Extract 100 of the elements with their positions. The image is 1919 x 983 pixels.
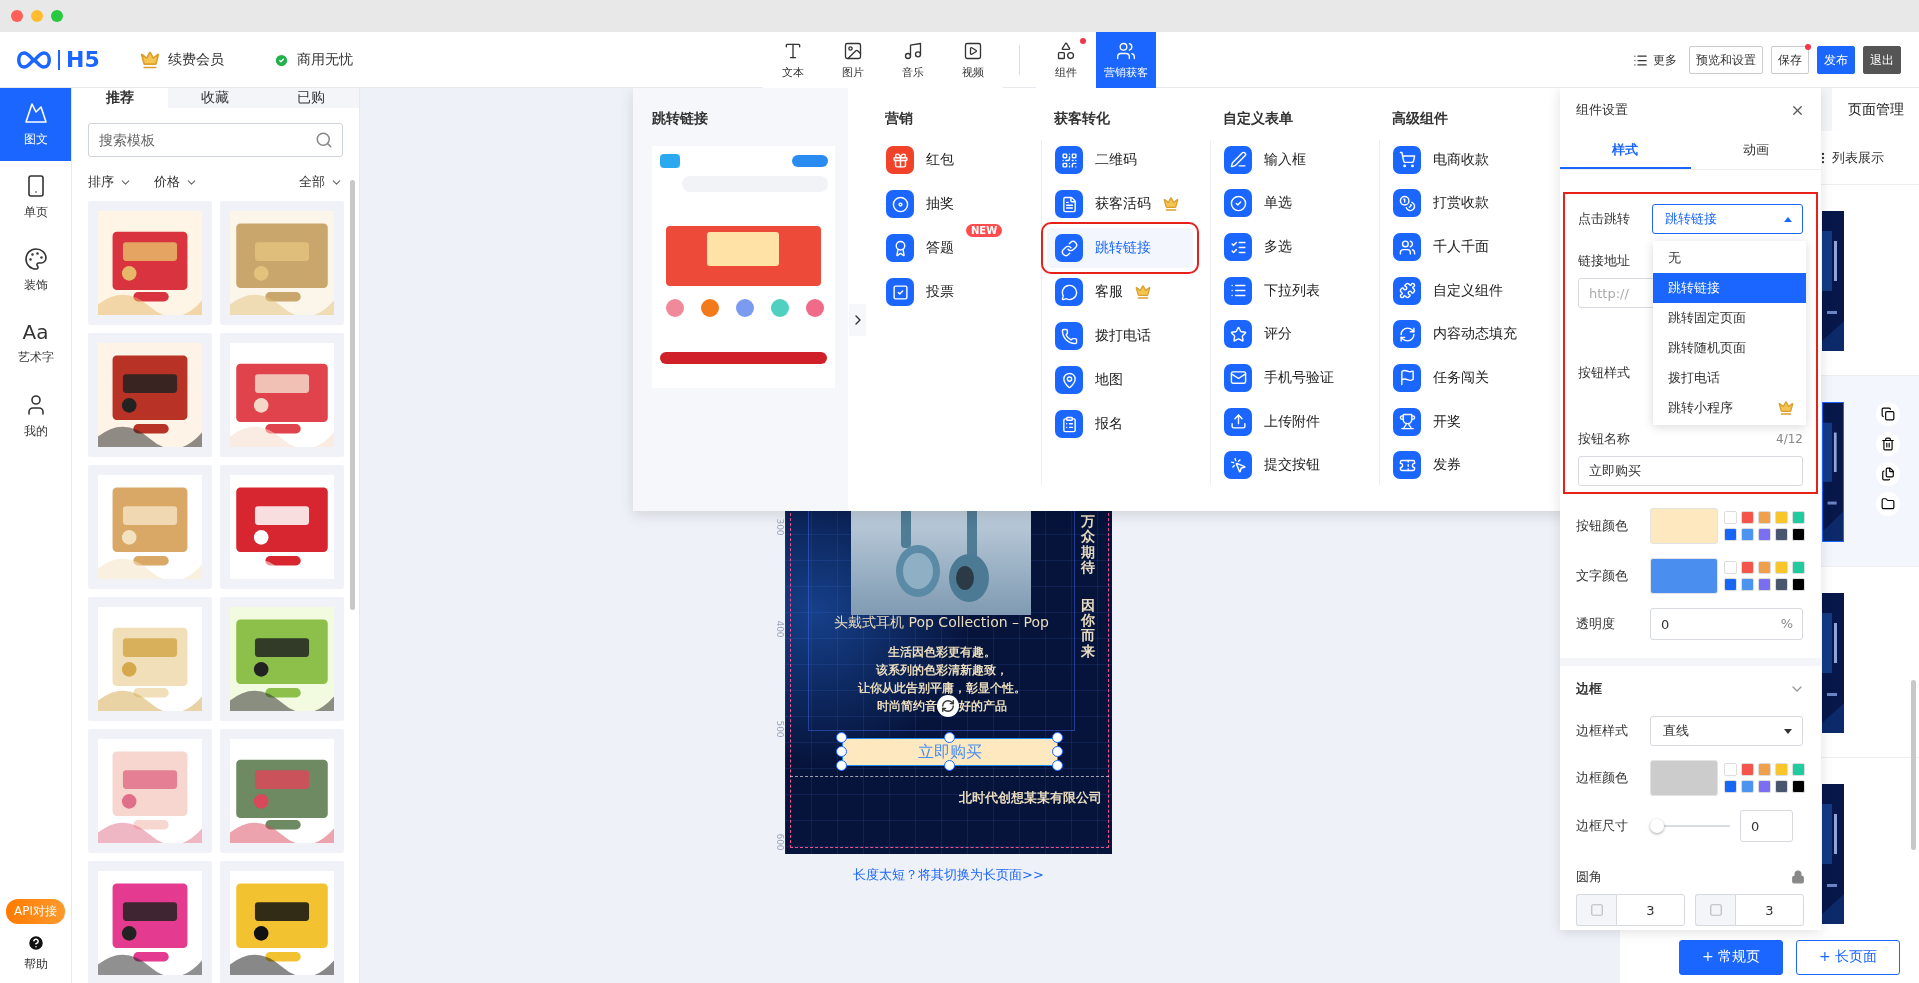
tab[interactable]: 已购 bbox=[263, 88, 359, 108]
color-chip[interactable] bbox=[1724, 561, 1737, 574]
toolbar-button[interactable]: 营销获客 bbox=[1096, 32, 1156, 88]
menu-item[interactable]: 任务闯关 bbox=[1385, 358, 1531, 398]
color-swatch[interactable] bbox=[1650, 508, 1718, 544]
action-select[interactable]: 跳转链接 bbox=[1652, 204, 1803, 234]
search-field[interactable]: 搜索模板 bbox=[88, 123, 343, 157]
menu-item[interactable]: 单选 bbox=[1216, 183, 1362, 224]
window-control[interactable] bbox=[51, 10, 63, 22]
filter-dropdown[interactable]: 全部 bbox=[299, 173, 343, 191]
radius-field[interactable]: 3 bbox=[1735, 894, 1804, 926]
color-chip[interactable] bbox=[1758, 511, 1771, 524]
header-button[interactable]: 退出 bbox=[1863, 46, 1901, 74]
color-chip[interactable] bbox=[1758, 763, 1771, 776]
menu-item[interactable]: 地图 bbox=[1047, 360, 1193, 400]
tab[interactable]: 样式 bbox=[1560, 132, 1691, 169]
menu-item[interactable]: 获客活码 bbox=[1047, 184, 1193, 224]
color-swatch[interactable] bbox=[1650, 760, 1718, 796]
color-chip[interactable] bbox=[1775, 561, 1788, 574]
menu-item[interactable]: 上传附件 bbox=[1216, 401, 1362, 442]
color-chip[interactable] bbox=[1741, 578, 1754, 591]
expand-button[interactable] bbox=[849, 304, 866, 336]
resize-handle[interactable] bbox=[1052, 732, 1063, 743]
slider-thumb[interactable] bbox=[1650, 819, 1664, 833]
template-card[interactable] bbox=[220, 597, 344, 721]
menu-item[interactable]: 下拉列表 bbox=[1216, 270, 1362, 311]
color-chip[interactable] bbox=[1792, 578, 1805, 591]
dropdown-option[interactable]: 拨打电话 bbox=[1653, 363, 1806, 393]
template-card[interactable] bbox=[88, 861, 212, 983]
search-icon[interactable] bbox=[315, 131, 333, 149]
radius-field[interactable]: 3 bbox=[1616, 894, 1685, 926]
color-chip[interactable] bbox=[1775, 780, 1788, 793]
menu-item[interactable]: 自定义组件 bbox=[1385, 270, 1531, 311]
menu-item[interactable]: 报名 bbox=[1047, 404, 1193, 444]
duplicate-button[interactable] bbox=[1876, 462, 1900, 486]
resize-handle[interactable] bbox=[836, 760, 847, 771]
color-chip[interactable] bbox=[1792, 528, 1805, 541]
color-chip[interactable] bbox=[1792, 780, 1805, 793]
switch-link[interactable]: 长度太短？将其切换为长页面>> bbox=[853, 866, 1044, 884]
resize-handle[interactable] bbox=[836, 746, 847, 757]
corner-toggle[interactable] bbox=[1695, 894, 1735, 926]
filter-dropdown[interactable]: 价格 bbox=[154, 173, 198, 191]
menu-item[interactable]: 输入框 bbox=[1216, 140, 1362, 180]
menu-item[interactable]: 手机号验证 bbox=[1216, 358, 1362, 398]
color-chip[interactable] bbox=[1775, 763, 1788, 776]
color-chip[interactable] bbox=[1741, 528, 1754, 541]
scrollbar[interactable] bbox=[1911, 680, 1916, 850]
template-card[interactable] bbox=[220, 861, 344, 983]
color-swatch[interactable] bbox=[1650, 558, 1718, 594]
color-chip[interactable] bbox=[1724, 763, 1737, 776]
folder-button[interactable] bbox=[1876, 492, 1900, 516]
header-button[interactable]: 保存 bbox=[1771, 46, 1809, 74]
color-chip[interactable] bbox=[1775, 528, 1788, 541]
menu-item[interactable]: 内容动态填充 bbox=[1385, 314, 1531, 355]
menu-item[interactable]: 拨打电话 bbox=[1047, 316, 1193, 356]
color-chip[interactable] bbox=[1741, 511, 1754, 524]
header-button[interactable]: 预览和设置 bbox=[1689, 46, 1763, 74]
color-chip[interactable] bbox=[1758, 578, 1771, 591]
color-chip[interactable] bbox=[1724, 511, 1737, 524]
template-card[interactable] bbox=[88, 333, 212, 457]
menu-item[interactable]: 发券 bbox=[1385, 445, 1531, 485]
menu-item[interactable]: 电商收款 bbox=[1385, 140, 1531, 180]
copy-button[interactable] bbox=[1876, 402, 1900, 426]
color-chip[interactable] bbox=[1758, 528, 1771, 541]
color-chip[interactable] bbox=[1792, 763, 1805, 776]
tab[interactable]: 收藏 bbox=[167, 88, 264, 108]
menu-item[interactable]: 提交按钮 bbox=[1216, 445, 1362, 485]
menu-item[interactable]: 红包 bbox=[878, 140, 1024, 180]
color-chip[interactable] bbox=[1792, 511, 1805, 524]
menu-item[interactable]: 开奖 bbox=[1385, 401, 1531, 442]
color-chip[interactable] bbox=[1741, 561, 1754, 574]
lock-icon[interactable] bbox=[1791, 870, 1805, 884]
color-chip[interactable] bbox=[1758, 780, 1771, 793]
resize-handle[interactable] bbox=[944, 732, 955, 743]
menu-item[interactable]: 评分 bbox=[1216, 314, 1362, 355]
header-button[interactable]: 发布 bbox=[1817, 46, 1855, 74]
menu-item[interactable]: 客服 bbox=[1047, 272, 1193, 312]
more-button[interactable]: 更多 bbox=[1633, 51, 1677, 69]
color-chip[interactable] bbox=[1758, 561, 1771, 574]
menu-item[interactable]: 二维码 bbox=[1047, 140, 1193, 180]
filter-dropdown[interactable]: 排序 bbox=[88, 173, 132, 191]
color-chip[interactable] bbox=[1792, 561, 1805, 574]
scrollbar[interactable] bbox=[350, 180, 355, 610]
size-field[interactable]: 0 bbox=[1740, 810, 1793, 842]
slider-track[interactable] bbox=[1650, 818, 1730, 834]
menu-item[interactable]: 抽奖 bbox=[878, 184, 1024, 224]
color-chip[interactable] bbox=[1724, 780, 1737, 793]
panel-tab[interactable]: 页面管理 bbox=[1832, 88, 1919, 131]
color-chip[interactable] bbox=[1724, 578, 1737, 591]
color-chip[interactable] bbox=[1741, 763, 1754, 776]
dropdown-option[interactable]: 跳转小程序 bbox=[1653, 393, 1806, 423]
dropdown-option[interactable]: 跳转随机页面 bbox=[1653, 333, 1806, 363]
corner-toggle[interactable] bbox=[1576, 894, 1616, 926]
member-link[interactable]: 续费会员 bbox=[167, 51, 224, 69]
sidebar-item[interactable]: 图文 bbox=[0, 88, 71, 161]
delete-button[interactable] bbox=[1876, 432, 1900, 456]
menu-item[interactable]: 打赏收款 bbox=[1385, 183, 1531, 224]
resize-handle[interactable] bbox=[1052, 760, 1063, 771]
add-page-button[interactable]: + 常规页 bbox=[1679, 939, 1783, 975]
color-chip[interactable] bbox=[1775, 511, 1788, 524]
